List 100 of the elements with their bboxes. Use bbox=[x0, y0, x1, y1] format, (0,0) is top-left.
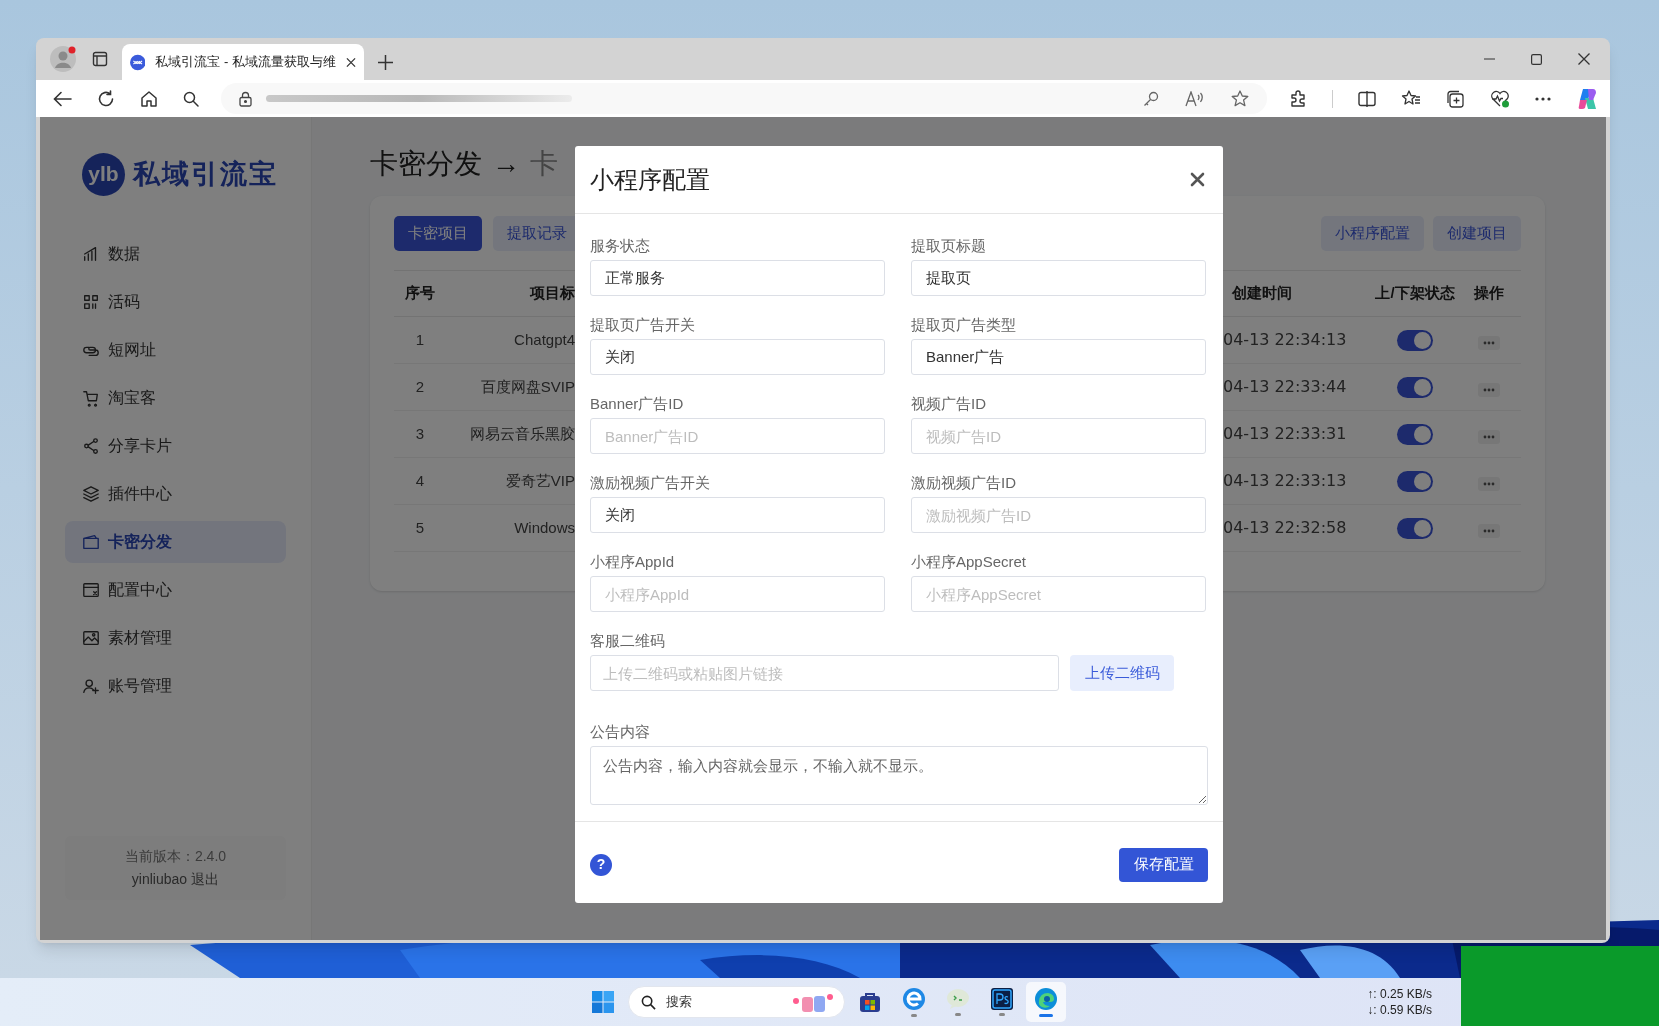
heart-pulse-icon[interactable] bbox=[1490, 89, 1510, 108]
username: yinliubao bbox=[131, 870, 188, 889]
search-icon[interactable] bbox=[183, 90, 199, 107]
upload-button[interactable]: 上传二维码 bbox=[1070, 655, 1174, 691]
extensions-icon[interactable] bbox=[1289, 89, 1307, 108]
table-cell-text: 5 bbox=[414, 517, 426, 538]
field-label: 提取页广告类型 bbox=[911, 315, 1017, 335]
input-field[interactable]: 提取页 bbox=[911, 260, 1206, 296]
field-label: 提取页广告开关 bbox=[590, 315, 696, 335]
input-field[interactable]: 激励视频广告ID bbox=[911, 497, 1206, 533]
table-cell-text: 04-13 22:32:58 bbox=[1223, 517, 1348, 539]
table-cell-text: 1 bbox=[414, 329, 426, 350]
split-screen-icon[interactable] bbox=[1358, 90, 1376, 107]
sidebar-item[interactable]: 淘宝客 bbox=[65, 377, 286, 419]
input-field[interactable]: Banner广告 bbox=[911, 339, 1206, 375]
new-tab-icon[interactable] bbox=[378, 54, 393, 70]
toggle-switch[interactable] bbox=[1397, 470, 1433, 492]
column-header: 操作 bbox=[1473, 283, 1505, 304]
sidebar-item[interactable]: 活码 bbox=[65, 281, 286, 323]
config-button[interactable]: 小程序配置 bbox=[1321, 216, 1424, 251]
logo-text: 私域引流宝 bbox=[133, 156, 278, 191]
close-icon[interactable] bbox=[1578, 53, 1590, 65]
maximize-icon[interactable] bbox=[1531, 53, 1542, 65]
field-label: Banner广告ID bbox=[590, 394, 685, 414]
input-field[interactable]: 正常服务 bbox=[590, 260, 885, 296]
tab-actions-icon[interactable] bbox=[92, 51, 108, 67]
table-cell-text: 04-13 22:34:13 bbox=[1223, 329, 1348, 351]
toggle-switch[interactable] bbox=[1397, 376, 1433, 398]
table-cell-text: 爱奇艺VIP bbox=[504, 470, 575, 491]
browser-tab[interactable]: 私域引流宝 - 私域流量获取与维 bbox=[122, 44, 364, 80]
page-subtitle: 卡 bbox=[530, 147, 558, 181]
close-icon[interactable] bbox=[1190, 172, 1205, 187]
star-icon[interactable] bbox=[1231, 90, 1249, 107]
version-text: 当前版本：2.4.0 bbox=[124, 847, 227, 866]
menu-icon bbox=[82, 629, 100, 647]
more-icon[interactable] bbox=[1535, 96, 1551, 101]
profile-icon[interactable] bbox=[50, 46, 76, 72]
input-field[interactable]: 小程序AppId bbox=[590, 576, 885, 612]
table-cell-text: 网易云音乐黑胶 bbox=[469, 423, 575, 444]
page-title: 卡密分发 bbox=[370, 147, 482, 181]
table-cell-text: 04-13 22:33:13 bbox=[1223, 470, 1348, 492]
sidebar-item[interactable]: 配置中心 bbox=[65, 569, 286, 611]
upload-speed: ↑: 0.25 KB/s bbox=[1367, 986, 1432, 1002]
column-header: 项目标 bbox=[529, 283, 575, 304]
browser-e-icon[interactable] bbox=[902, 987, 926, 1011]
menu-icon bbox=[82, 389, 100, 407]
textarea-field[interactable]: 公告内容，输入内容就会显示，不输入就不显示。 bbox=[590, 746, 1208, 805]
input-field[interactable]: 关闭 bbox=[590, 339, 885, 375]
favicon-icon bbox=[130, 53, 146, 71]
store-icon[interactable] bbox=[859, 991, 881, 1013]
active-app-tile[interactable] bbox=[1026, 982, 1066, 1022]
arrow-text: → bbox=[492, 147, 520, 181]
refresh-icon[interactable] bbox=[97, 89, 115, 108]
table-cell-text: Chatgpt4 bbox=[513, 329, 575, 350]
sidebar-item[interactable]: 卡密分发 bbox=[65, 521, 286, 563]
tab[interactable]: 卡密项目 bbox=[394, 216, 482, 251]
sidebar-item[interactable]: 分享卡片 bbox=[65, 425, 286, 467]
home-icon[interactable] bbox=[140, 89, 158, 108]
sidebar-item[interactable]: 短网址 bbox=[65, 329, 286, 371]
table-cell-text: 04-13 22:33:31 bbox=[1223, 423, 1348, 445]
close-icon[interactable] bbox=[346, 56, 356, 68]
search-placeholder: 搜索 bbox=[666, 993, 692, 1012]
favorites-icon[interactable] bbox=[1401, 90, 1421, 107]
column-header: 上/下架状态 bbox=[1374, 283, 1456, 304]
taskbar-search[interactable]: 搜索 bbox=[628, 986, 845, 1018]
sidebar-item[interactable]: 素材管理 bbox=[65, 617, 286, 659]
menu-icon bbox=[82, 293, 100, 311]
field-label: 客服二维码 bbox=[590, 631, 666, 651]
field-label: 激励视频广告开关 bbox=[590, 473, 711, 493]
help-button[interactable]: ? bbox=[590, 853, 612, 876]
toggle-switch[interactable] bbox=[1397, 423, 1433, 445]
logout-link[interactable]: 退出 bbox=[191, 869, 220, 890]
create-button[interactable]: 创建项目 bbox=[1433, 216, 1521, 251]
read-aloud-icon[interactable] bbox=[1185, 90, 1205, 107]
toggle-switch[interactable] bbox=[1397, 329, 1433, 351]
menu-icon bbox=[82, 437, 100, 455]
input-field[interactable]: Banner广告ID bbox=[590, 418, 885, 454]
table-cell-text: 4 bbox=[414, 470, 426, 491]
input-field[interactable]: 小程序AppSecret bbox=[911, 576, 1206, 612]
table-cell-text: 2 bbox=[414, 376, 426, 397]
toggle-switch[interactable] bbox=[1397, 517, 1433, 539]
save-button[interactable]: 保存配置 bbox=[1119, 847, 1208, 882]
sidebar-item[interactable]: 账号管理 bbox=[65, 665, 286, 707]
field-label: 公告内容 bbox=[590, 722, 651, 742]
sidebar-item[interactable]: 数据 bbox=[65, 233, 286, 275]
table-cell-text: Windows bbox=[513, 517, 575, 538]
back-icon[interactable] bbox=[53, 90, 72, 107]
table-cell-text: 04-13 22:33:44 bbox=[1223, 376, 1348, 398]
collections-icon[interactable] bbox=[1446, 89, 1465, 108]
photo-editor-icon[interactable] bbox=[991, 988, 1013, 1010]
sidebar-item[interactable]: 插件中心 bbox=[65, 473, 286, 515]
edge-icon bbox=[1034, 987, 1058, 1011]
input-field[interactable]: 视频广告ID bbox=[911, 418, 1206, 454]
input-field[interactable]: 关闭 bbox=[590, 497, 885, 533]
key-icon[interactable] bbox=[1143, 90, 1159, 107]
input-field[interactable]: 上传二维码或粘贴图片链接 bbox=[590, 655, 1059, 691]
menu-icon bbox=[82, 485, 100, 503]
start-icon[interactable] bbox=[592, 991, 614, 1013]
luggage-icon bbox=[792, 991, 836, 1013]
menu-icon bbox=[82, 533, 100, 551]
